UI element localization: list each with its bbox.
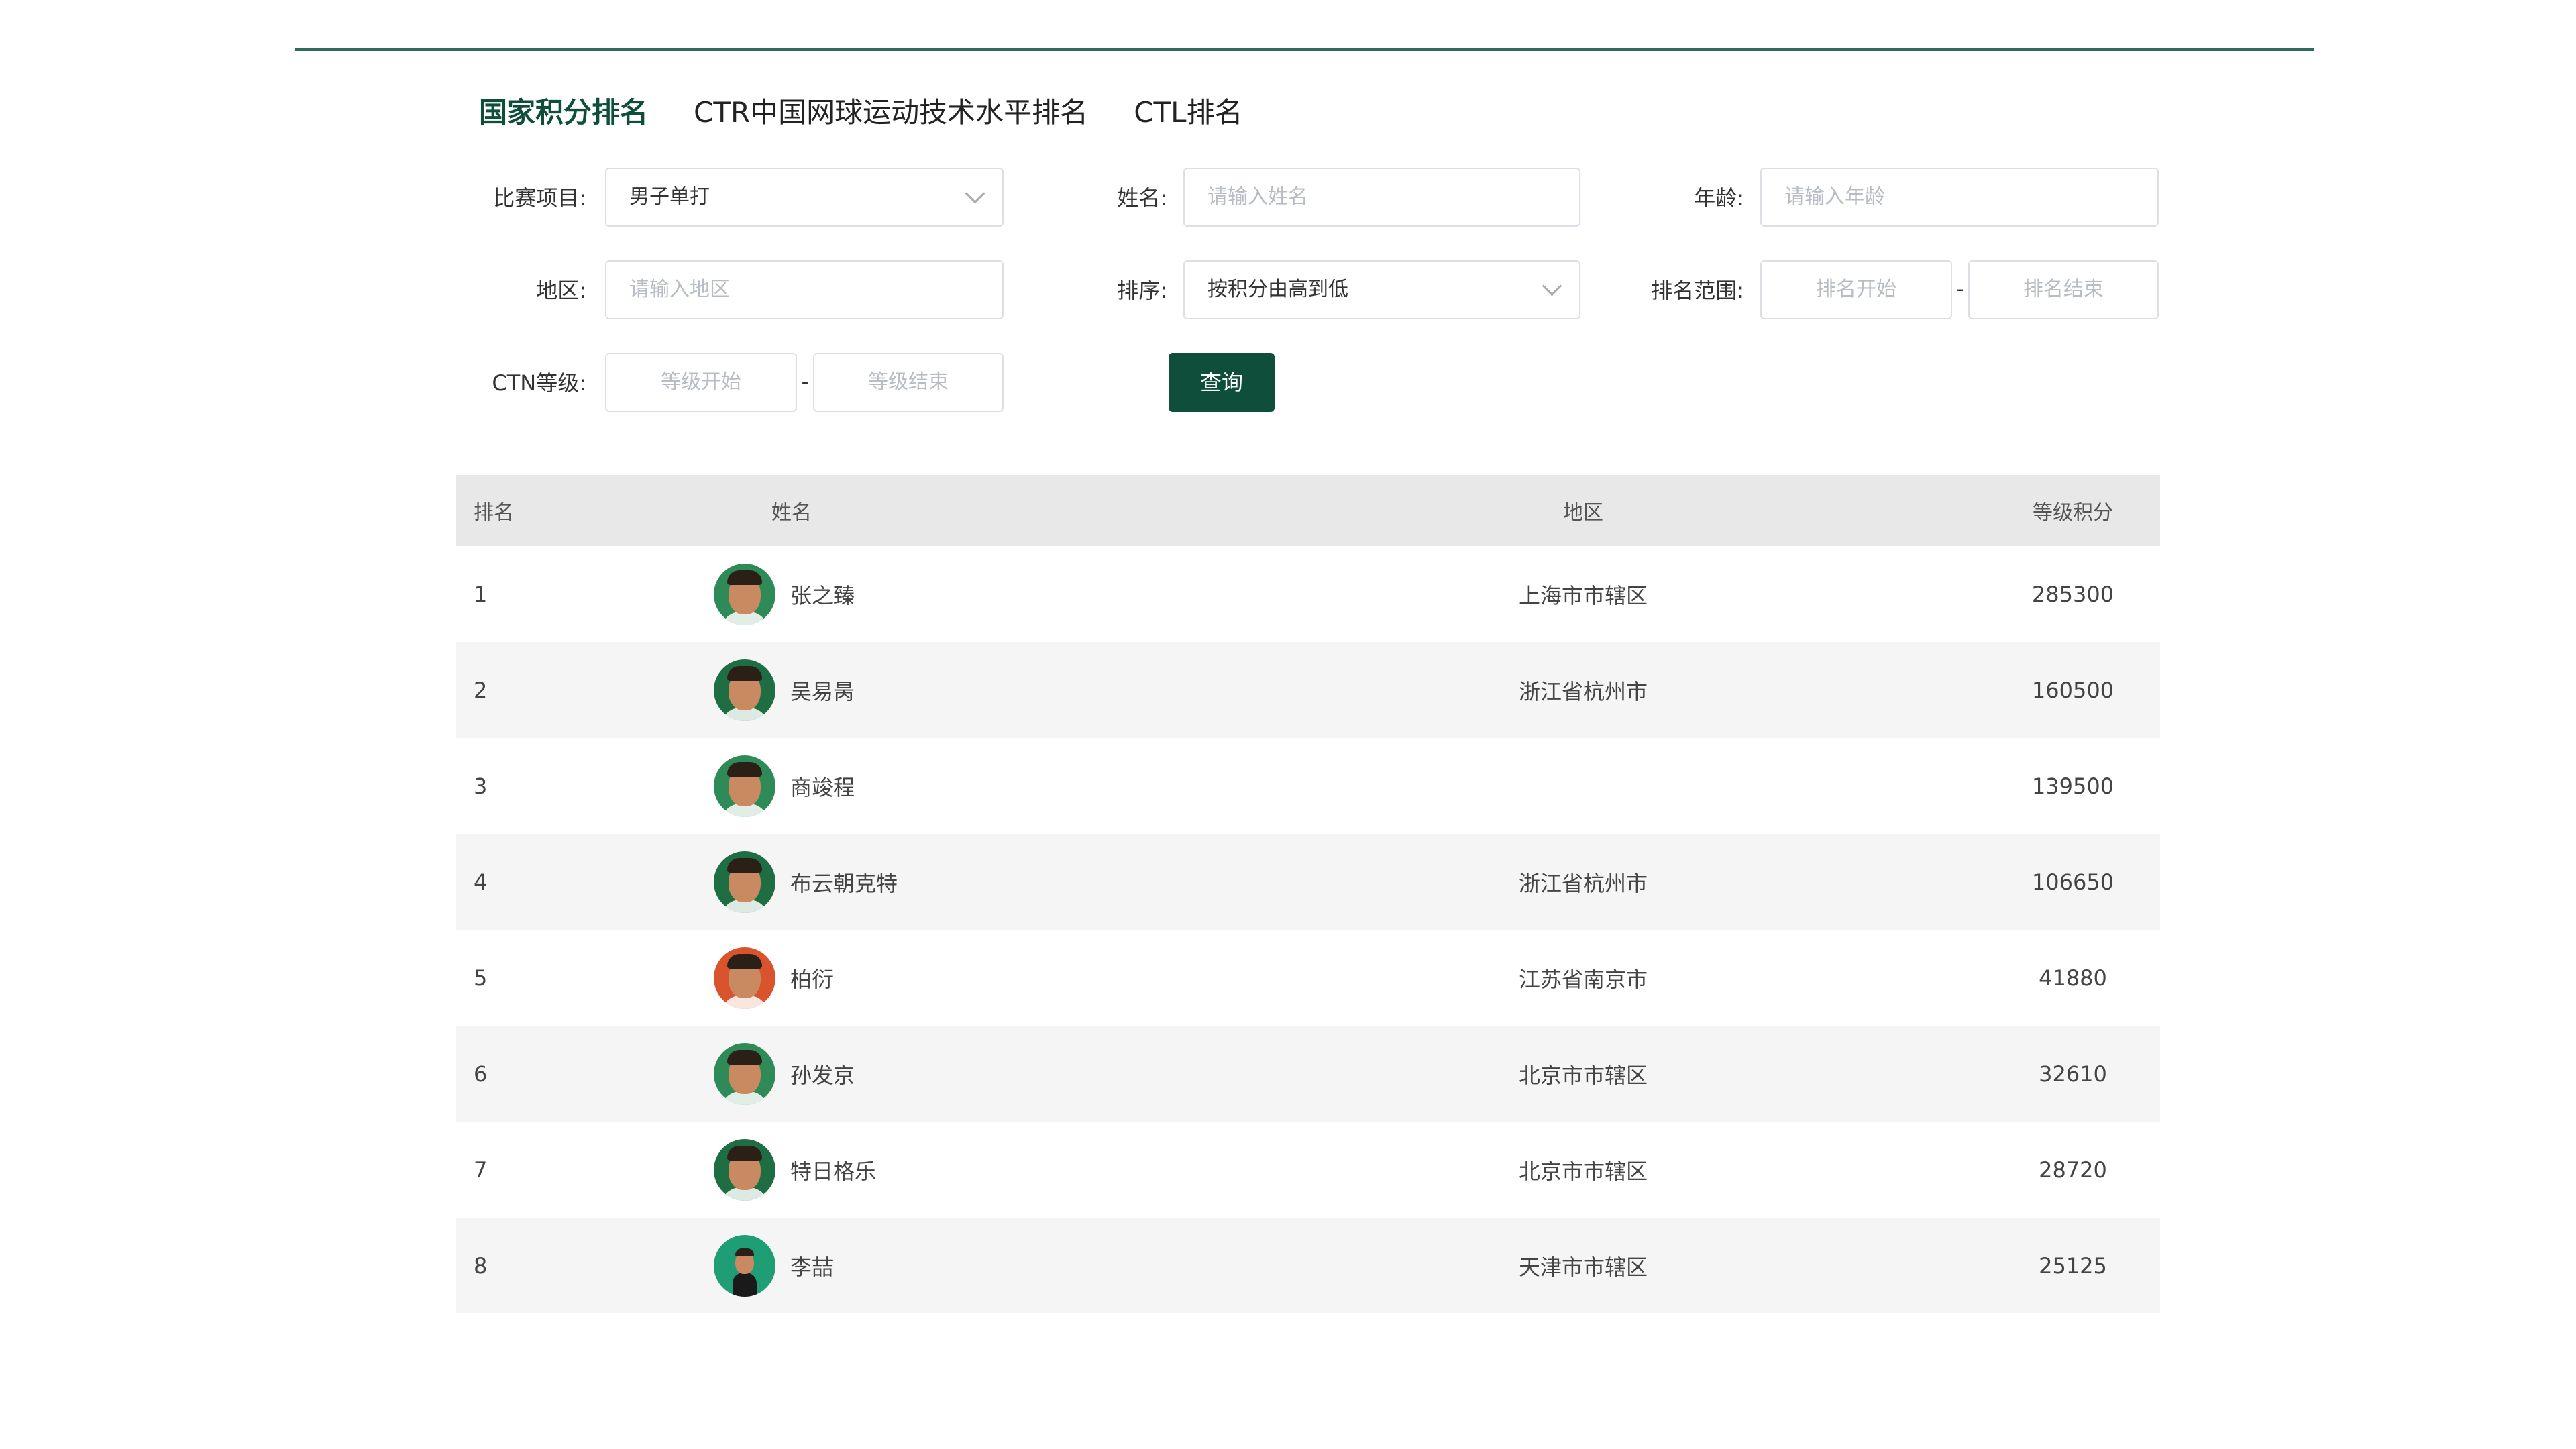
rank-start-input[interactable]: 排名开始 bbox=[1760, 260, 1952, 319]
rank-cell: 7 bbox=[474, 1157, 488, 1183]
chevron-down-icon bbox=[1542, 276, 1562, 297]
region-input[interactable]: 请输入地区 bbox=[605, 260, 1004, 319]
rank-cell: 8 bbox=[474, 1252, 488, 1279]
rank-cell: 6 bbox=[474, 1061, 488, 1087]
region-cell: 北京市市辖区 bbox=[1518, 1158, 1648, 1184]
top-divider bbox=[295, 48, 2314, 51]
player-name: 柏衍 bbox=[790, 966, 834, 992]
name-cell: 布云朝克特 bbox=[714, 834, 898, 930]
name-label: 姓名: bbox=[1117, 185, 1167, 211]
player-name: 特日格乐 bbox=[790, 1158, 877, 1184]
header-name: 姓名 bbox=[771, 501, 812, 525]
region-cell: 浙江省杭州市 bbox=[1518, 870, 1648, 896]
points-cell: 106650 bbox=[2031, 869, 2114, 895]
table-row[interactable]: 8 李喆 天津市市辖区 25125 bbox=[456, 1218, 2160, 1313]
ranking-page: 国家积分排名 CTR中国网球运动技术水平排名 CTL排名 比赛项目: 男子单打 … bbox=[0, 0, 2576, 1449]
player-avatar bbox=[714, 1234, 775, 1297]
points-cell: 32610 bbox=[2039, 1061, 2107, 1087]
rank-cell: 1 bbox=[474, 581, 488, 607]
name-cell: 李喆 bbox=[714, 1218, 833, 1313]
region-cell: 上海市市辖区 bbox=[1518, 582, 1648, 608]
player-name: 孙发京 bbox=[790, 1062, 855, 1088]
player-avatar bbox=[714, 947, 775, 1009]
region-cell bbox=[1449, 738, 1717, 834]
header-rank: 排名 bbox=[474, 501, 514, 525]
region-cell: 江苏省南京市 bbox=[1518, 966, 1648, 992]
table-row[interactable]: 5 柏衍 江苏省南京市 41880 bbox=[456, 930, 2160, 1026]
player-name: 张之臻 bbox=[790, 582, 855, 608]
rank-range-separator: - bbox=[1956, 278, 1964, 301]
points-cell: 160500 bbox=[2031, 677, 2114, 703]
event-select[interactable]: 男子单打 bbox=[605, 168, 1004, 227]
age-input[interactable]: 请输入年龄 bbox=[1760, 168, 2159, 227]
player-avatar bbox=[714, 1042, 775, 1105]
ranking-tabs: 国家积分排名 CTR中国网球运动技术水平排名 CTL排名 bbox=[479, 89, 1289, 131]
name-cell: 孙发京 bbox=[714, 1026, 855, 1122]
rank-cell: 3 bbox=[474, 773, 488, 799]
sort-label: 排序: bbox=[1117, 278, 1167, 303]
player-name: 李喆 bbox=[790, 1254, 834, 1280]
region-cell: 北京市市辖区 bbox=[1518, 1062, 1648, 1088]
table-row[interactable]: 6 孙发京 北京市市辖区 32610 bbox=[456, 1026, 2160, 1122]
query-button[interactable]: 查询 bbox=[1169, 353, 1275, 412]
ranking-table: 排名 姓名 地区 等级积分 1 张之臻 上海市市辖区 285300 2 吴易昺 … bbox=[456, 475, 2160, 1313]
event-select-value: 男子单打 bbox=[629, 185, 710, 209]
table-row[interactable]: 3 商竣程 139500 bbox=[456, 738, 2160, 834]
name-cell: 柏衍 bbox=[714, 930, 833, 1026]
player-avatar bbox=[714, 1138, 775, 1201]
level-start-input[interactable]: 等级开始 bbox=[605, 353, 797, 412]
header-points: 等级积分 bbox=[2033, 501, 2113, 525]
chevron-down-icon bbox=[965, 183, 985, 204]
player-avatar bbox=[714, 851, 775, 913]
level-end-input[interactable]: 等级结束 bbox=[813, 353, 1004, 412]
points-cell: 139500 bbox=[2031, 773, 2114, 799]
rank-range-label: 排名范围: bbox=[1651, 278, 1744, 303]
event-label: 比赛项目: bbox=[493, 185, 586, 211]
player-name: 吴易昺 bbox=[790, 678, 855, 704]
region-cell: 浙江省杭州市 bbox=[1518, 678, 1648, 704]
region-cell: 天津市市辖区 bbox=[1518, 1254, 1648, 1280]
tab-national-points[interactable]: 国家积分排名 bbox=[479, 90, 648, 131]
age-label: 年龄: bbox=[1694, 185, 1744, 211]
name-cell: 特日格乐 bbox=[714, 1122, 876, 1218]
player-avatar bbox=[714, 755, 775, 817]
points-cell: 28720 bbox=[2039, 1157, 2107, 1183]
table-header: 排名 姓名 地区 等级积分 bbox=[456, 475, 2160, 546]
name-cell: 商竣程 bbox=[714, 738, 855, 834]
player-avatar bbox=[714, 563, 775, 625]
rank-cell: 2 bbox=[474, 677, 488, 703]
name-cell: 张之臻 bbox=[714, 546, 855, 642]
points-cell: 41880 bbox=[2039, 965, 2107, 991]
name-cell: 吴易昺 bbox=[714, 642, 855, 738]
region-label: 地区: bbox=[536, 278, 586, 303]
sort-select[interactable]: 按积分由高到低 bbox=[1183, 260, 1580, 319]
player-avatar bbox=[714, 659, 775, 721]
player-name: 布云朝克特 bbox=[790, 870, 898, 896]
table-row[interactable]: 1 张之臻 上海市市辖区 285300 bbox=[456, 546, 2160, 642]
table-row[interactable]: 2 吴易昺 浙江省杭州市 160500 bbox=[456, 642, 2160, 738]
rank-cell: 5 bbox=[474, 965, 488, 991]
sort-select-value: 按积分由高到低 bbox=[1208, 278, 1348, 301]
points-cell: 25125 bbox=[2039, 1252, 2107, 1279]
tab-ctr-ranking[interactable]: CTR中国网球运动技术水平排名 bbox=[694, 90, 1088, 131]
level-range-separator: - bbox=[801, 370, 809, 394]
rank-cell: 4 bbox=[474, 869, 488, 895]
header-region: 地区 bbox=[1563, 501, 1603, 525]
rank-end-input[interactable]: 排名结束 bbox=[1968, 260, 2159, 319]
player-name: 商竣程 bbox=[790, 774, 855, 800]
table-row[interactable]: 4 布云朝克特 浙江省杭州市 106650 bbox=[456, 834, 2160, 930]
table-row[interactable]: 7 特日格乐 北京市市辖区 28720 bbox=[456, 1122, 2160, 1218]
ctn-level-label: CTN等级: bbox=[492, 370, 586, 396]
tab-ctl-ranking[interactable]: CTL排名 bbox=[1134, 90, 1242, 131]
points-cell: 285300 bbox=[2031, 581, 2114, 607]
name-input[interactable]: 请输入姓名 bbox=[1183, 168, 1580, 227]
